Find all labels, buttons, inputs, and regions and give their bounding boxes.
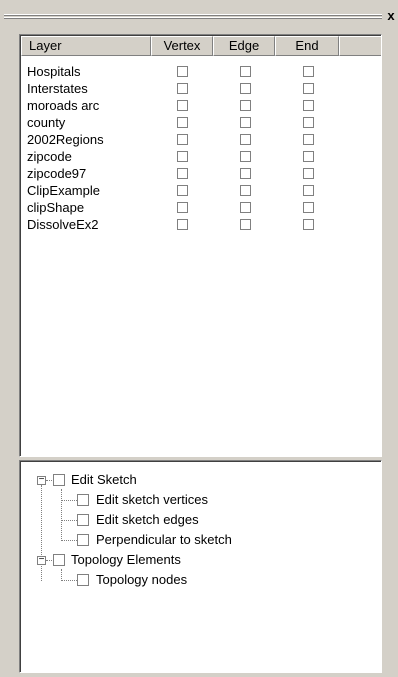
layer-name: ClipExample xyxy=(27,183,100,198)
tree-label-topology-nodes: Topology nodes xyxy=(96,572,188,587)
layer-name: 2002Regions xyxy=(27,132,104,147)
edge-checkbox[interactable] xyxy=(240,117,251,128)
tree-checkbox-edit-sketch-edges[interactable] xyxy=(77,514,89,526)
tree-checkbox-perpendicular-to-sketch[interactable] xyxy=(77,534,89,546)
tree-label-perpendicular-to-sketch: Perpendicular to sketch xyxy=(96,532,232,547)
tree-connector xyxy=(61,520,77,522)
tree-checkbox-topology-nodes[interactable] xyxy=(77,574,89,586)
tree-connector xyxy=(41,485,43,581)
edge-checkbox[interactable] xyxy=(240,202,251,213)
table-row: zipcode97 xyxy=(26,165,376,182)
end-checkbox[interactable] xyxy=(303,168,314,179)
layer-name: moroads arc xyxy=(27,98,100,113)
collapse-icon[interactable]: − xyxy=(37,474,46,485)
vertex-checkbox[interactable] xyxy=(177,100,188,111)
vertex-checkbox[interactable] xyxy=(177,151,188,162)
vertex-checkbox[interactable] xyxy=(177,219,188,230)
tree-connector xyxy=(61,580,77,582)
layer-name: Interstates xyxy=(27,81,88,96)
tree-connector xyxy=(46,480,52,482)
end-checkbox[interactable] xyxy=(303,66,314,77)
expander-glyph: − xyxy=(38,474,45,485)
column-header-filler xyxy=(339,36,381,56)
table-row: Interstates xyxy=(26,80,376,97)
tree-label-edit-sketch: Edit Sketch xyxy=(71,472,137,487)
table-row: zipcode xyxy=(26,148,376,165)
edge-checkbox[interactable] xyxy=(240,83,251,94)
snapping-window: x Layer Vertex Edge End Hospitals Inters… xyxy=(0,0,398,677)
layer-snapping-table: Layer Vertex Edge End Hospitals Intersta… xyxy=(19,34,382,457)
layer-name: Hospitals xyxy=(27,64,81,79)
close-icon[interactable]: x xyxy=(385,9,397,23)
table-row: Hospitals xyxy=(26,63,376,80)
edge-checkbox[interactable] xyxy=(240,219,251,230)
table-row: DissolveEx2 xyxy=(26,216,376,233)
table-row: moroads arc xyxy=(26,97,376,114)
window-titlebar[interactable]: x xyxy=(0,0,398,32)
table-body: Hospitals Interstates moroads arc county xyxy=(26,63,376,233)
tree-connector xyxy=(61,500,77,502)
end-checkbox[interactable] xyxy=(303,151,314,162)
tree-label-edit-sketch-vertices: Edit sketch vertices xyxy=(96,492,208,507)
tree-checkbox-topology-elements[interactable] xyxy=(53,554,65,566)
edge-checkbox[interactable] xyxy=(240,185,251,196)
table-row: ClipExample xyxy=(26,182,376,199)
edge-checkbox[interactable] xyxy=(240,168,251,179)
layer-name: zipcode97 xyxy=(27,166,87,181)
column-header-vertex[interactable]: Vertex xyxy=(151,36,213,56)
end-checkbox[interactable] xyxy=(303,134,314,145)
collapse-icon[interactable]: − xyxy=(37,554,46,565)
layer-name: county xyxy=(27,115,66,130)
end-checkbox[interactable] xyxy=(303,100,314,111)
vertex-checkbox[interactable] xyxy=(177,66,188,77)
end-checkbox[interactable] xyxy=(303,83,314,94)
tree-label-topology-elements: Topology Elements xyxy=(71,552,181,567)
table-header: Layer Vertex Edge End xyxy=(21,36,381,56)
column-header-end[interactable]: End xyxy=(275,36,339,56)
column-header-edge[interactable]: Edge xyxy=(213,36,275,56)
layer-name: zipcode xyxy=(27,149,72,164)
table-row: county xyxy=(26,114,376,131)
vertex-checkbox[interactable] xyxy=(177,134,188,145)
drag-grip-shadow xyxy=(4,15,382,16)
tree-connector xyxy=(61,540,77,542)
vertex-checkbox[interactable] xyxy=(177,83,188,94)
expander-glyph: − xyxy=(38,554,45,565)
end-checkbox[interactable] xyxy=(303,202,314,213)
drag-grip-shadow-2 xyxy=(4,18,382,19)
table-row: 2002Regions xyxy=(26,131,376,148)
vertex-checkbox[interactable] xyxy=(177,168,188,179)
layer-name: clipShape xyxy=(27,200,85,215)
vertex-checkbox[interactable] xyxy=(177,202,188,213)
column-header-layer[interactable]: Layer xyxy=(21,36,151,56)
tree-connector xyxy=(46,560,52,562)
edge-checkbox[interactable] xyxy=(240,134,251,145)
vertex-checkbox[interactable] xyxy=(177,117,188,128)
layer-name: DissolveEx2 xyxy=(27,217,99,232)
vertex-checkbox[interactable] xyxy=(177,185,188,196)
tree-connector xyxy=(61,489,63,541)
edge-checkbox[interactable] xyxy=(240,151,251,162)
end-checkbox[interactable] xyxy=(303,117,314,128)
tree-label-edit-sketch-edges: Edit sketch edges xyxy=(96,512,199,527)
edge-checkbox[interactable] xyxy=(240,66,251,77)
end-checkbox[interactable] xyxy=(303,185,314,196)
edge-checkbox[interactable] xyxy=(240,100,251,111)
snapping-tree-view: − Edit Sketch Edit sketch vertices Edit … xyxy=(19,460,382,673)
end-checkbox[interactable] xyxy=(303,219,314,230)
tree-checkbox-edit-sketch-vertices[interactable] xyxy=(77,494,89,506)
table-row: clipShape xyxy=(26,199,376,216)
tree-checkbox-edit-sketch[interactable] xyxy=(53,474,65,486)
